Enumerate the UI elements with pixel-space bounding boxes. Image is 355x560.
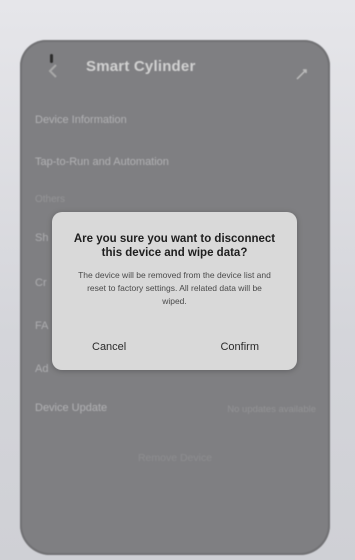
dialog-title: Are you sure you want to disconnect this… — [73, 233, 276, 259]
confirm-dialog: Are you sure you want to disconnect this… — [52, 212, 297, 370]
cancel-button[interactable]: Cancel — [92, 341, 126, 353]
confirm-button[interactable]: Confirm — [220, 341, 259, 353]
dialog-actions: Cancel Confirm — [52, 338, 297, 360]
dialog-message: The device will be removed from the devi… — [78, 270, 271, 306]
